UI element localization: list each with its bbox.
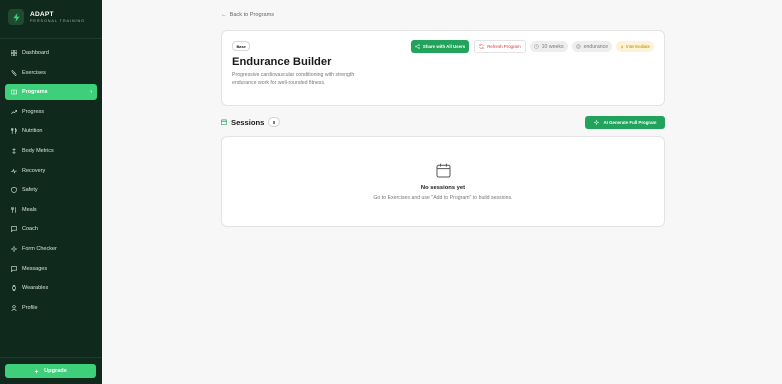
watch-icon: [10, 285, 17, 292]
pulse-icon: [10, 167, 17, 174]
scale-icon: [10, 147, 17, 154]
sidebar-item-exercises[interactable]: Exercises: [5, 65, 97, 81]
refresh-icon: [479, 44, 484, 49]
level-label: Intermediate: [626, 44, 650, 49]
message-icon: [10, 265, 17, 272]
sessions-header: Sessions 0: [221, 117, 280, 127]
user-icon: [10, 304, 17, 311]
sidebar-item-label: Safety: [22, 187, 38, 194]
clock-icon: [533, 44, 539, 49]
sidebar-divider: [0, 357, 102, 358]
brand[interactable]: ADAPT PERSONAL TRAINING: [0, 0, 102, 34]
sidebar-item-programs[interactable]: Programs ›: [5, 84, 97, 101]
sessions-title: Sessions: [231, 117, 265, 127]
sessions-empty-state: No sessions yet Go to Exercises and use …: [221, 136, 665, 227]
sidebar-item-label: Meals: [22, 206, 37, 213]
back-label: Back to Programs: [229, 12, 275, 18]
empty-title: No sessions yet: [420, 185, 466, 191]
level-badge: Intermediate: [616, 41, 654, 52]
upgrade-label: Upgrade: [44, 368, 67, 374]
sidebar-item-label: Progress: [22, 108, 45, 115]
upgrade-button[interactable]: Upgrade: [5, 364, 96, 378]
sidebar-item-label: Programs: [22, 89, 48, 96]
dumbbell-icon: [10, 69, 17, 76]
refresh-program-button[interactable]: Refresh Program: [474, 40, 526, 53]
ai-generate-label: AI Generate Full Program: [603, 120, 657, 125]
program-description: Progressive cardiovascular conditioning …: [232, 72, 355, 86]
share-label: Share with All Users: [422, 44, 466, 49]
shield-icon: [10, 187, 17, 194]
utensils-icon: [10, 128, 17, 135]
sidebar-item-progress[interactable]: Progress: [5, 104, 97, 120]
sidebar-item-label: Messages: [22, 265, 48, 272]
bolt-icon: [620, 44, 624, 49]
sidebar: ADAPT PERSONAL TRAINING Dashboard Exerci…: [0, 0, 102, 384]
book-icon: [10, 89, 17, 96]
sidebar-item-label: Coach: [22, 226, 38, 233]
calendar-icon: [221, 119, 227, 125]
brand-name: ADAPT: [30, 11, 54, 18]
share-all-users-button[interactable]: Share with All Users: [410, 40, 470, 53]
sidebar-item-meals[interactable]: Meals: [5, 202, 97, 218]
duration-chip: 10 weeks: [529, 41, 568, 52]
sidebar-item-wearables[interactable]: Wearables: [5, 280, 97, 296]
back-link[interactable]: ← Back to Programs: [221, 12, 274, 18]
sparkle-icon: [593, 120, 599, 125]
bolt-icon: [8, 9, 24, 25]
program-title: Endurance Builder: [232, 56, 332, 68]
sidebar-item-profile[interactable]: Profile: [5, 300, 97, 316]
sparkle-icon: [34, 368, 39, 374]
target-icon: [575, 44, 581, 49]
grid-icon: [10, 50, 17, 57]
sidebar-item-label: Wearables: [22, 285, 49, 292]
sidebar-nav: Dashboard Exercises Programs › Progress …: [0, 39, 102, 316]
arrow-left-icon: ←: [221, 12, 227, 18]
sidebar-item-body-metrics[interactable]: Body Metrics: [5, 143, 97, 159]
main-content: ← Back to Programs Base Endurance Builde…: [102, 0, 782, 384]
fork-icon: [10, 206, 17, 213]
sidebar-item-recovery[interactable]: Recovery: [5, 163, 97, 179]
refresh-label: Refresh Program: [487, 44, 521, 49]
sidebar-item-label: Nutrition: [22, 128, 43, 135]
sidebar-item-label: Dashboard: [22, 50, 49, 56]
ai-generate-button[interactable]: AI Generate Full Program: [585, 116, 665, 129]
chat-icon: [10, 226, 17, 233]
sidebar-item-safety[interactable]: Safety: [5, 182, 97, 198]
sidebar-item-label: Body Metrics: [22, 147, 54, 154]
sessions-count: 0: [268, 117, 280, 127]
sparkle-icon: [10, 245, 17, 252]
chevron-right-icon: ›: [90, 89, 92, 96]
empty-hint: Go to Exercises and use "Add to Program"…: [373, 195, 513, 201]
trend-icon: [10, 108, 17, 115]
focus-chip: endurance: [571, 41, 613, 52]
sidebar-item-nutrition[interactable]: Nutrition: [5, 123, 97, 139]
brand-subtitle: PERSONAL TRAINING: [30, 19, 85, 23]
sidebar-item-label: Profile: [22, 304, 38, 311]
program-actions: Share with All Users Refresh Program 10 …: [410, 40, 654, 53]
sidebar-item-label: Recovery: [22, 167, 46, 174]
sidebar-item-form-checker[interactable]: Form Checker: [5, 241, 97, 257]
program-card: Base Endurance Builder Progressive cardi…: [221, 30, 665, 106]
sidebar-item-coach[interactable]: Coach: [5, 221, 97, 237]
program-badge: Base: [232, 41, 251, 51]
duration-label: 10 weeks: [541, 43, 564, 50]
calendar-icon: [436, 163, 451, 178]
sidebar-item-label: Form Checker: [22, 245, 57, 252]
sidebar-item-messages[interactable]: Messages: [5, 261, 97, 277]
focus-label: endurance: [583, 43, 609, 50]
share-icon: [415, 44, 420, 49]
sidebar-item-label: Exercises: [22, 69, 46, 76]
sidebar-item-dashboard[interactable]: Dashboard: [5, 45, 97, 61]
